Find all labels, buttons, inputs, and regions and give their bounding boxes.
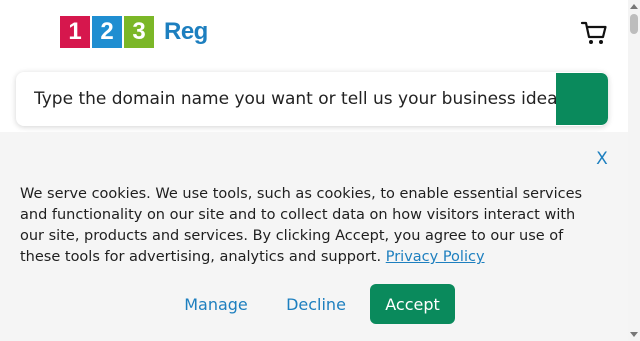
cookie-message: We serve cookies. We use tools, such as … bbox=[20, 184, 590, 268]
scroll-up-arrow-icon[interactable] bbox=[630, 4, 638, 9]
cookie-message-text: We serve cookies. We use tools, such as … bbox=[20, 186, 583, 265]
search-button[interactable] bbox=[556, 73, 608, 125]
logo-digit-2: 2 bbox=[92, 16, 122, 48]
decline-cookies-button[interactable]: Decline bbox=[282, 284, 350, 324]
site-logo[interactable]: 1 2 3 Reg bbox=[60, 16, 208, 48]
domain-search-input[interactable] bbox=[16, 72, 556, 126]
scroll-down-arrow-icon[interactable] bbox=[630, 332, 638, 337]
logo-digit-1: 1 bbox=[60, 16, 90, 48]
manage-cookies-button[interactable]: Manage bbox=[180, 284, 252, 324]
privacy-policy-link[interactable]: Privacy Policy bbox=[386, 249, 485, 265]
shopping-cart-icon[interactable] bbox=[580, 20, 608, 46]
logo-word: Reg bbox=[164, 18, 208, 45]
cookie-banner: X We serve cookies. We use tools, such a… bbox=[0, 132, 628, 341]
domain-search-bar bbox=[16, 72, 608, 126]
close-cookie-banner-button[interactable]: X bbox=[594, 148, 610, 170]
site-header: 1 2 3 Reg bbox=[0, 0, 628, 64]
logo-digit-3: 3 bbox=[124, 16, 154, 48]
scrollbar-thumb[interactable] bbox=[630, 14, 638, 34]
page-scrollbar[interactable] bbox=[628, 0, 640, 341]
accept-cookies-button[interactable]: Accept bbox=[370, 284, 455, 324]
